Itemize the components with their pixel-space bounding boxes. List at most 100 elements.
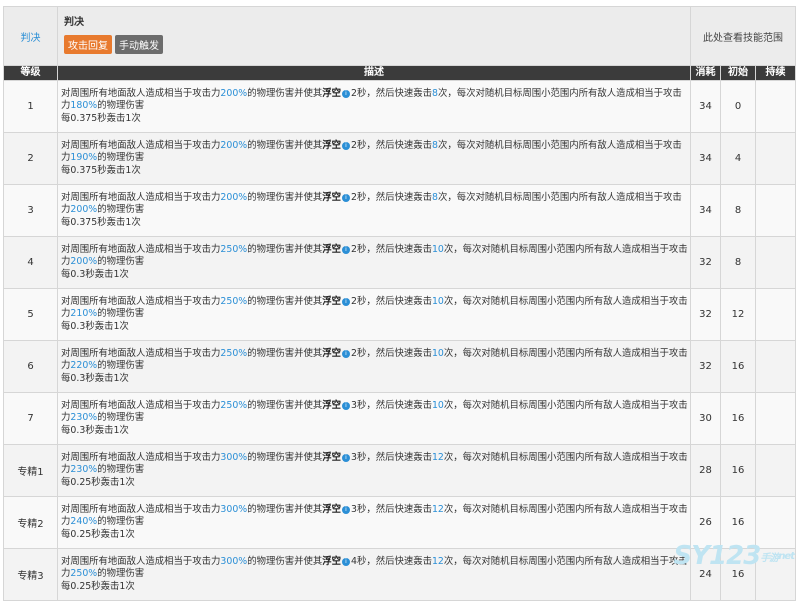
level-cell: 专精1	[3, 444, 58, 497]
hit-interval: 0.3	[70, 424, 86, 436]
cost-cell: 34	[690, 132, 721, 185]
skill-link-label[interactable]: 判决	[21, 33, 41, 44]
skill-table-wrapper: 判决 判决 攻击回复 手动触发 此处查看技能范围 等级 描述 消耗 初始 持续 1…	[3, 6, 797, 601]
desc-text: 秒轰击1次	[85, 424, 129, 436]
desc-text: 的物理伤害	[97, 204, 145, 216]
hit-damage-percent: 210%	[70, 308, 98, 320]
info-icon[interactable]: i	[341, 89, 350, 98]
desc-text: 的物理伤害	[97, 412, 145, 424]
hit-interval: 0.25	[70, 528, 92, 540]
description-cell: 对周围所有地面敌人造成相当于攻击力200%的物理伤害并使其浮空 i 2秒，然后快速轰…	[57, 184, 691, 237]
desc-text: 的物理伤害并使其	[247, 244, 323, 256]
description-cell: 对周围所有地面敌人造成相当于攻击力300%的物理伤害并使其浮空 i 4秒，然后快速轰…	[57, 548, 691, 601]
keyword-airborne: 浮空	[322, 244, 341, 256]
col-header-duration: 持续	[755, 65, 796, 81]
hit-count: 10	[431, 244, 444, 256]
initial-cell: 16	[720, 392, 756, 445]
initial-cell: 4	[720, 132, 756, 185]
desc-text: 每	[61, 528, 71, 540]
desc-text: 的物理伤害	[97, 360, 145, 372]
table-row: 4 对周围所有地面敌人造成相当于攻击力250%的物理伤害并使其浮空 i 2秒，然后快速…	[3, 236, 796, 289]
desc-text: 每	[61, 216, 71, 228]
watermark-domain: net	[778, 551, 795, 562]
info-icon[interactable]: i	[341, 401, 350, 410]
desc-text: 秒轰击1次	[91, 528, 135, 540]
info-icon[interactable]: i	[341, 245, 350, 254]
table-row: 1 对周围所有地面敌人造成相当于攻击力200%的物理伤害并使其浮空 i 2秒，然后快速…	[3, 80, 796, 133]
desc-text: 对周围所有地面敌人造成相当于攻击力	[61, 504, 221, 516]
desc-text: 秒轰击1次	[85, 320, 129, 332]
initial-cell: 16	[720, 340, 756, 393]
level-cell: 1	[3, 80, 58, 133]
desc-text: 的物理伤害并使其	[247, 504, 323, 516]
desc-text: 每	[61, 164, 71, 176]
duration-cell	[755, 184, 796, 237]
keyword-airborne: 浮空	[322, 556, 341, 568]
desc-text: 秒，然后快速轰击	[356, 504, 432, 516]
desc-text: 的物理伤害并使其	[247, 400, 323, 412]
hit-damage-percent: 220%	[70, 360, 98, 372]
info-icon[interactable]: i	[341, 557, 350, 566]
duration-cell	[755, 132, 796, 185]
desc-text: 的物理伤害并使其	[247, 192, 323, 204]
keyword-airborne: 浮空	[322, 192, 341, 204]
table-row: 专精1 对周围所有地面敌人造成相当于攻击力300%的物理伤害并使其浮空 i 3秒，然后…	[3, 444, 796, 497]
desc-text: 秒，然后快速轰击	[356, 140, 432, 152]
hit-interval: 0.375	[70, 164, 98, 176]
hit-count: 12	[431, 556, 444, 568]
info-icon[interactable]: i	[341, 349, 350, 358]
duration-cell	[755, 236, 796, 289]
description-cell: 对周围所有地面敌人造成相当于攻击力250%的物理伤害并使其浮空 i 2秒，然后快速轰…	[57, 340, 691, 393]
desc-text: 的物理伤害	[97, 464, 145, 476]
keyword-airborne: 浮空	[322, 88, 341, 100]
desc-text: 的物理伤害并使其	[247, 296, 323, 308]
table-row: 2 对周围所有地面敌人造成相当于攻击力200%的物理伤害并使其浮空 i 2秒，然后快速…	[3, 132, 796, 185]
desc-text: 对周围所有地面敌人造成相当于攻击力	[61, 452, 221, 464]
level-cell: 专精3	[3, 548, 58, 601]
initial-cell: 16	[720, 444, 756, 497]
level-cell: 5	[3, 288, 58, 341]
level-cell: 4	[3, 236, 58, 289]
table-body: 1 对周围所有地面敌人造成相当于攻击力200%的物理伤害并使其浮空 i 2秒，然后快速…	[3, 80, 796, 601]
hit-damage-percent: 250%	[70, 568, 98, 580]
hit-count: 10	[431, 400, 444, 412]
desc-text: 对周围所有地面敌人造成相当于攻击力	[61, 140, 221, 152]
level-cell: 3	[3, 184, 58, 237]
duration-cell	[755, 392, 796, 445]
keyword-airborne: 浮空	[322, 504, 341, 516]
cost-cell: 34	[690, 184, 721, 237]
info-icon[interactable]: i	[341, 505, 350, 514]
desc-text: 秒，然后快速轰击	[356, 192, 432, 204]
damage-percent: 200%	[220, 140, 248, 152]
hit-damage-percent: 190%	[70, 152, 98, 164]
hit-count: 12	[431, 504, 444, 516]
description-cell: 对周围所有地面敌人造成相当于攻击力200%的物理伤害并使其浮空 i 2秒，然后快速轰…	[57, 80, 691, 133]
skill-range-label[interactable]: 此处查看技能范围	[703, 33, 783, 44]
watermark-main: SY123	[673, 541, 761, 571]
info-icon[interactable]: i	[341, 297, 350, 306]
desc-text: 的物理伤害	[97, 100, 145, 112]
info-icon[interactable]: i	[341, 141, 350, 150]
hit-damage-percent: 200%	[70, 204, 98, 216]
damage-percent: 250%	[220, 244, 248, 256]
hit-damage-percent: 230%	[70, 412, 98, 424]
info-icon[interactable]: i	[341, 453, 350, 462]
desc-text: 秒轰击1次	[97, 112, 141, 124]
desc-text: 秒，然后快速轰击	[356, 244, 432, 256]
desc-text: 秒，然后快速轰击	[356, 556, 432, 568]
skill-range-link[interactable]: 此处查看技能范围	[690, 6, 796, 66]
desc-text: 的物理伤害	[97, 568, 145, 580]
skill-info: 判决 攻击回复 手动触发	[57, 6, 691, 66]
initial-cell: 0	[720, 80, 756, 133]
hit-damage-percent: 230%	[70, 464, 98, 476]
cost-cell: 34	[690, 80, 721, 133]
desc-text: 的物理伤害	[97, 256, 145, 268]
description-cell: 对周围所有地面敌人造成相当于攻击力250%的物理伤害并使其浮空 i 3秒，然后快速轰…	[57, 392, 691, 445]
desc-text: 秒轰击1次	[91, 476, 135, 488]
col-header-level: 等级	[3, 65, 58, 81]
desc-text: 对周围所有地面敌人造成相当于攻击力	[61, 88, 221, 100]
level-cell: 专精2	[3, 496, 58, 549]
info-icon[interactable]: i	[341, 193, 350, 202]
duration-cell	[755, 80, 796, 133]
skill-link[interactable]: 判决	[3, 6, 58, 66]
